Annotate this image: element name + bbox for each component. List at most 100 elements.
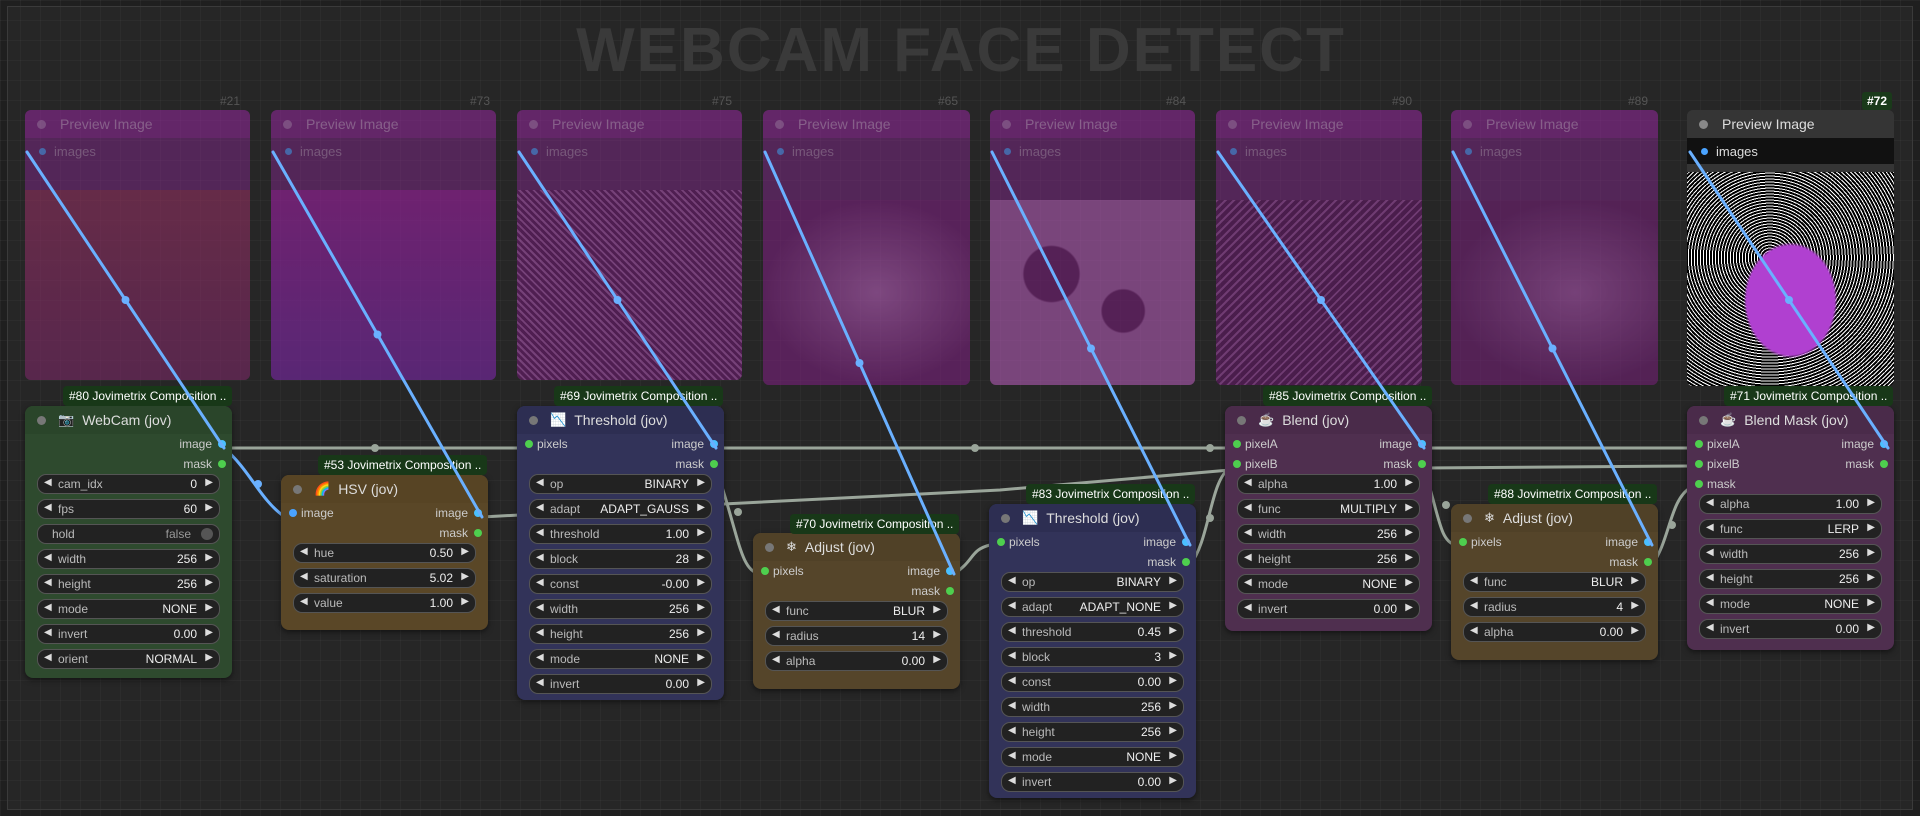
- increment-arrow-icon[interactable]: ▶: [1405, 577, 1413, 588]
- widget-mode[interactable]: ◀ mode NONE ▶: [37, 599, 220, 619]
- decrement-arrow-icon[interactable]: ◀: [772, 629, 780, 640]
- collapse-dot-icon[interactable]: [1699, 415, 1708, 425]
- preview-image-73[interactable]: Preview Image images: [271, 110, 496, 380]
- increment-arrow-icon[interactable]: ▶: [205, 577, 213, 588]
- decrement-arrow-icon[interactable]: ◀: [536, 677, 544, 688]
- node-header[interactable]: ❄ Adjust (jov): [1451, 504, 1658, 532]
- input-socket-icon[interactable]: [1695, 480, 1703, 488]
- decrement-arrow-icon[interactable]: ◀: [1706, 547, 1714, 558]
- decrement-arrow-icon[interactable]: ◀: [44, 502, 52, 513]
- widget-invert[interactable]: ◀ invert 0.00 ▶: [1001, 772, 1184, 792]
- widget-saturation[interactable]: ◀ saturation 5.02 ▶: [293, 568, 476, 588]
- io-pixelA[interactable]: pixelA image: [1225, 434, 1432, 454]
- widget-width[interactable]: ◀ width 256 ▶: [37, 549, 220, 569]
- io-image[interactable]: image image: [281, 503, 488, 523]
- widget-invert[interactable]: ◀ invert 0.00 ▶: [1237, 599, 1420, 619]
- increment-arrow-icon[interactable]: ▶: [933, 654, 941, 665]
- output-socket-icon[interactable]: [1644, 558, 1652, 566]
- widget-alpha[interactable]: ◀ alpha 0.00 ▶: [1463, 622, 1646, 642]
- output-socket-icon[interactable]: [218, 460, 226, 468]
- preview-header[interactable]: Preview Image: [25, 110, 250, 138]
- increment-arrow-icon[interactable]: ▶: [1169, 575, 1177, 586]
- collapse-dot-icon[interactable]: [765, 542, 774, 552]
- preview-header[interactable]: Preview Image: [763, 110, 970, 138]
- increment-arrow-icon[interactable]: ▶: [697, 577, 705, 588]
- decrement-arrow-icon[interactable]: ◀: [1706, 622, 1714, 633]
- preview-header[interactable]: Preview Image: [271, 110, 496, 138]
- decrement-arrow-icon[interactable]: ◀: [1244, 577, 1252, 588]
- preview-header[interactable]: Preview Image: [517, 110, 742, 138]
- blend-node[interactable]: ☕ Blend (jov) pixelA image pixelB mask ◀ alp…: [1225, 406, 1432, 631]
- widget-func[interactable]: ◀ func MULTIPLY ▶: [1237, 499, 1420, 519]
- widget-alpha[interactable]: ◀ alpha 1.00 ▶: [1699, 494, 1882, 514]
- increment-arrow-icon[interactable]: ▶: [697, 552, 705, 563]
- increment-arrow-icon[interactable]: ▶: [1169, 775, 1177, 786]
- collapse-dot-icon[interactable]: [37, 415, 46, 425]
- decrement-arrow-icon[interactable]: ◀: [1470, 600, 1478, 611]
- input-socket-icon[interactable]: [1695, 460, 1703, 468]
- collapse-dot-icon[interactable]: [1228, 119, 1237, 129]
- output-socket-icon[interactable]: [474, 529, 482, 537]
- preview-image-89[interactable]: Preview Image images: [1451, 110, 1658, 385]
- increment-arrow-icon[interactable]: ▶: [1405, 552, 1413, 563]
- preview-header[interactable]: Preview Image: [1216, 110, 1422, 138]
- widget-height[interactable]: ◀ height 256 ▶: [529, 624, 712, 644]
- decrement-arrow-icon[interactable]: ◀: [1008, 625, 1016, 636]
- widget-threshold[interactable]: ◀ threshold 1.00 ▶: [529, 524, 712, 544]
- widget-op[interactable]: ◀ op BINARY ▶: [1001, 572, 1184, 592]
- io-pixels[interactable]: pixels image: [517, 434, 724, 454]
- input-socket-icon[interactable]: [777, 147, 784, 155]
- node-header[interactable]: ☕ Blend Mask (jov): [1687, 406, 1894, 434]
- input-socket-icon[interactable]: [1459, 538, 1467, 546]
- widget-invert[interactable]: ◀ invert 0.00 ▶: [529, 674, 712, 694]
- widget-height[interactable]: ◀ height 256 ▶: [1699, 569, 1882, 589]
- increment-arrow-icon[interactable]: ▶: [461, 571, 469, 582]
- decrement-arrow-icon[interactable]: ◀: [1244, 502, 1252, 513]
- widget-mode[interactable]: ◀ mode NONE ▶: [1237, 574, 1420, 594]
- widget-block[interactable]: ◀ block 3 ▶: [1001, 647, 1184, 667]
- preview-header[interactable]: Preview Image: [1687, 110, 1894, 138]
- output-socket-icon[interactable]: [1182, 558, 1190, 566]
- node-header[interactable]: ❄ Adjust (jov): [753, 533, 960, 561]
- increment-arrow-icon[interactable]: ▶: [205, 652, 213, 663]
- increment-arrow-icon[interactable]: ▶: [1169, 600, 1177, 611]
- increment-arrow-icon[interactable]: ▶: [1867, 547, 1875, 558]
- output-socket-icon[interactable]: [1880, 460, 1888, 468]
- widget-radius[interactable]: ◀ radius 14 ▶: [765, 626, 948, 646]
- increment-arrow-icon[interactable]: ▶: [1867, 572, 1875, 583]
- decrement-arrow-icon[interactable]: ◀: [536, 602, 544, 613]
- node-graph-canvas[interactable]: WEBCAM FACE DETECT #21 Preview Image ima…: [0, 0, 1920, 816]
- increment-arrow-icon[interactable]: ▶: [697, 627, 705, 638]
- io-pixels[interactable]: pixels image: [753, 561, 960, 581]
- input-slot-images[interactable]: images: [763, 138, 970, 164]
- increment-arrow-icon[interactable]: ▶: [461, 546, 469, 557]
- decrement-arrow-icon[interactable]: ◀: [44, 577, 52, 588]
- input-slot-images[interactable]: images: [1451, 138, 1658, 164]
- increment-arrow-icon[interactable]: ▶: [933, 629, 941, 640]
- widget-adapt[interactable]: ◀ adapt ADAPT_GAUSS ▶: [529, 499, 712, 519]
- decrement-arrow-icon[interactable]: ◀: [44, 552, 52, 563]
- preview-image-65[interactable]: Preview Image images: [763, 110, 970, 385]
- increment-arrow-icon[interactable]: ▶: [1631, 600, 1639, 611]
- output-mask[interactable]: mask: [25, 454, 232, 474]
- decrement-arrow-icon[interactable]: ◀: [44, 652, 52, 663]
- node-header[interactable]: 📉 Threshold (jov): [517, 406, 724, 434]
- input-slot-images[interactable]: images: [271, 138, 496, 164]
- output-socket-icon[interactable]: [474, 509, 482, 517]
- decrement-arrow-icon[interactable]: ◀: [772, 654, 780, 665]
- widget-value[interactable]: ◀ value 1.00 ▶: [293, 593, 476, 613]
- node-header[interactable]: 📉 Threshold (jov): [989, 504, 1196, 532]
- preview-image-21[interactable]: Preview Image images: [25, 110, 250, 380]
- decrement-arrow-icon[interactable]: ◀: [1008, 675, 1016, 686]
- widget-func[interactable]: ◀ func LERP ▶: [1699, 519, 1882, 539]
- decrement-arrow-icon[interactable]: ◀: [1008, 575, 1016, 586]
- increment-arrow-icon[interactable]: ▶: [205, 477, 213, 488]
- widget-alpha[interactable]: ◀ alpha 0.00 ▶: [765, 651, 948, 671]
- collapse-dot-icon[interactable]: [37, 119, 46, 129]
- increment-arrow-icon[interactable]: ▶: [461, 596, 469, 607]
- collapse-dot-icon[interactable]: [1002, 119, 1011, 129]
- input-socket-icon[interactable]: [1233, 460, 1241, 468]
- output-socket-icon[interactable]: [1644, 538, 1652, 546]
- increment-arrow-icon[interactable]: ▶: [697, 677, 705, 688]
- output-socket-icon[interactable]: [1418, 440, 1426, 448]
